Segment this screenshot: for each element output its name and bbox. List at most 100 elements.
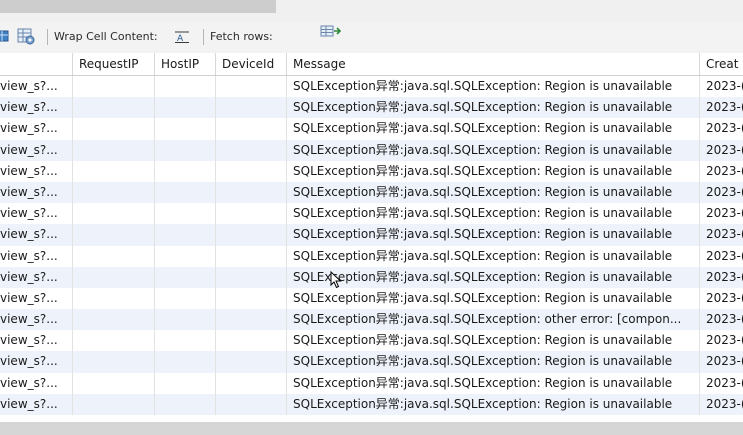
table-cell[interactable]: view_s?... [0, 97, 73, 119]
table-cell[interactable] [216, 181, 287, 204]
table-cell[interactable]: view_s?... [0, 245, 73, 267]
table-cell[interactable] [216, 393, 287, 415]
wrap-text-icon[interactable]: A [174, 30, 190, 46]
table-cell[interactable] [216, 97, 287, 119]
table-cell[interactable]: view_s?... [0, 372, 73, 394]
table-cell[interactable] [73, 245, 155, 267]
bottom-horizontal-scrollbar[interactable] [0, 422, 743, 435]
table-cell[interactable] [216, 351, 287, 373]
column-header[interactable] [0, 53, 73, 75]
grid-settings-icon[interactable] [17, 28, 35, 45]
table-cell[interactable] [73, 76, 155, 98]
table-row[interactable]: view_s?... SQLException异常:java.sql.SQLExc… [0, 245, 743, 267]
table-row[interactable]: view_s?... SQLException异常:java.sql.SQLExc… [0, 76, 743, 98]
table-row[interactable]: view_s?... SQLException异常:java.sql.SQLExc… [0, 287, 743, 310]
table-cell[interactable] [73, 266, 155, 288]
table-cell[interactable] [155, 118, 216, 140]
table-cell[interactable]: view_s?... [0, 330, 73, 352]
table-cell[interactable] [216, 330, 287, 352]
table-cell[interactable] [155, 372, 216, 394]
table-cell[interactable] [216, 139, 287, 161]
column-header-hostip[interactable]: HostIP [155, 53, 216, 75]
table-cell[interactable] [155, 97, 216, 119]
table-cell[interactable]: view_s?... [0, 203, 73, 225]
table-cell[interactable] [216, 160, 287, 182]
table-cell[interactable]: view_s?... [0, 351, 73, 373]
table-cell[interactable]: view_s?... [0, 181, 73, 204]
table-cell[interactable] [73, 351, 155, 373]
table-cell[interactable]: 2023-( [700, 246, 743, 267]
column-header-requestip[interactable]: RequestIP [73, 53, 155, 75]
table-cell[interactable] [155, 351, 216, 373]
table-cell[interactable]: 2023-( [700, 203, 743, 224]
table-cell[interactable] [73, 309, 155, 331]
table-cell[interactable]: SQLException异常:java.sql.SQLException: Re… [287, 139, 700, 161]
table-cell[interactable] [73, 393, 155, 415]
table-row[interactable]: view_s?... SQLException异常:java.sql.SQLExc… [0, 224, 743, 246]
table-cell[interactable]: view_s?... [0, 160, 73, 182]
table-cell[interactable]: 2023-( [700, 373, 743, 394]
table-cell[interactable] [155, 266, 216, 288]
table-cell[interactable]: 2023-( [700, 118, 743, 139]
column-header-message[interactable]: Message [287, 53, 700, 75]
table-row[interactable]: view_s?... SQLException异常:java.sql.SQLExc… [0, 372, 743, 394]
table-row[interactable]: view_s?... SQLException异常:java.sql.SQLExc… [0, 393, 743, 415]
table-cell[interactable] [73, 287, 155, 310]
table-cell[interactable] [216, 118, 287, 140]
table-cell[interactable]: SQLException异常:java.sql.SQLException: Re… [287, 97, 700, 119]
table-cell[interactable]: SQLException异常:java.sql.SQLException: Re… [287, 287, 700, 310]
table-cell[interactable]: view_s?... [0, 309, 73, 331]
table-cell[interactable] [73, 224, 155, 246]
table-cell[interactable] [73, 330, 155, 352]
table-cell[interactable]: 2023-( [700, 351, 743, 372]
table-row[interactable]: view_s?... SQLException异常:java.sql.SQLExc… [0, 160, 743, 182]
table-cell[interactable]: SQLException异常:java.sql.SQLException: ot… [287, 309, 700, 331]
table-cell[interactable] [155, 309, 216, 331]
table-cell[interactable]: SQLException异常:java.sql.SQLException: Re… [287, 160, 700, 182]
table-cell[interactable]: 2023-( [700, 161, 743, 182]
table-cell[interactable]: 2023-( [700, 224, 743, 245]
table-cell[interactable]: SQLException异常:java.sql.SQLException: Re… [287, 393, 700, 415]
table-row[interactable]: view_s?... SQLException异常:java.sql.SQLExc… [0, 266, 743, 288]
table-cell[interactable] [216, 224, 287, 246]
table-cell[interactable] [155, 393, 216, 415]
table-row[interactable]: view_s?... SQLException异常:java.sql.SQLExc… [0, 97, 743, 119]
table-cell[interactable] [155, 287, 216, 310]
table-cell[interactable]: view_s?... [0, 76, 73, 98]
table-cell[interactable]: 2023-( [700, 76, 743, 97]
table-cell[interactable] [155, 224, 216, 246]
table-cell[interactable]: view_s?... [0, 224, 73, 246]
table-cell[interactable]: view_s?... [0, 287, 73, 310]
table-cell[interactable]: 2023-( [700, 394, 743, 415]
table-row[interactable]: view_s?... SQLException异常:java.sql.SQLExc… [0, 203, 743, 225]
column-header-created[interactable]: Creat [700, 53, 743, 75]
table-cell[interactable] [73, 118, 155, 140]
table-cell[interactable]: 2023-( [700, 140, 743, 161]
table-row[interactable]: view_s?... SQLException异常:java.sql.SQLExc… [0, 330, 743, 352]
table-cell[interactable] [73, 97, 155, 119]
table-cell[interactable]: SQLException异常:java.sql.SQLException: Re… [287, 76, 700, 98]
table-cell[interactable] [155, 76, 216, 98]
table-cell[interactable] [216, 245, 287, 267]
table-cell[interactable]: 2023-( [700, 267, 743, 288]
table-cell[interactable]: view_s?... [0, 266, 73, 288]
table-cell[interactable] [73, 181, 155, 204]
table-cell[interactable]: SQLException异常:java.sql.SQLException: Re… [287, 181, 700, 204]
table-cell[interactable]: 2023-( [700, 97, 743, 118]
table-cell[interactable] [216, 266, 287, 288]
table-cell[interactable] [155, 245, 216, 267]
table-cell[interactable] [73, 203, 155, 225]
table-cell[interactable] [216, 76, 287, 98]
table-cell[interactable] [155, 181, 216, 204]
fetch-rows-icon[interactable] [320, 24, 342, 40]
table-cell[interactable]: view_s?... [0, 118, 73, 140]
table-cell[interactable] [73, 160, 155, 182]
horizontal-scrollbar-thumb[interactable] [0, 0, 276, 13]
table-cell[interactable] [155, 330, 216, 352]
table-cell[interactable]: SQLException异常:java.sql.SQLException: Re… [287, 224, 700, 246]
table-cell[interactable]: view_s?... [0, 139, 73, 161]
table-cell[interactable]: 2023-( [700, 288, 743, 309]
table-cell[interactable]: 2023-( [700, 182, 743, 203]
table-row[interactable]: view_s?... SQLException异常:java.sql.SQLExc… [0, 181, 743, 204]
table-cell[interactable] [73, 139, 155, 161]
